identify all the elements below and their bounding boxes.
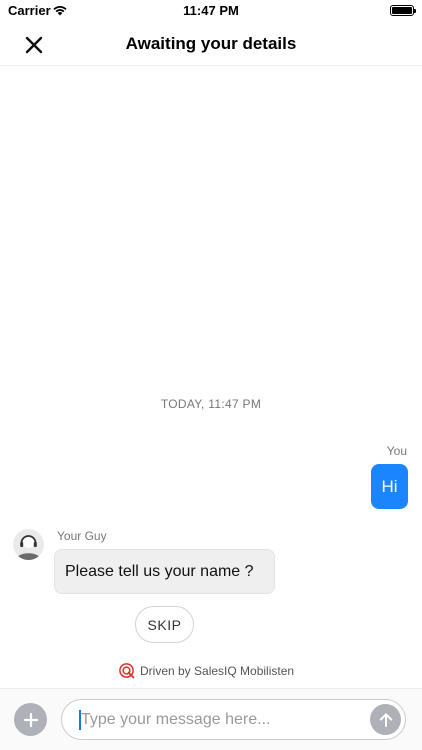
message-box xyxy=(61,699,406,740)
battery-icon xyxy=(390,5,416,16)
nav-bar: Awaiting your details xyxy=(0,22,422,66)
agent-message-bubble[interactable]: Please tell us your name ? xyxy=(54,549,275,594)
agent-sender-label: Your Guy xyxy=(57,529,107,543)
clock: 11:47 PM xyxy=(183,3,239,18)
plus-icon xyxy=(23,712,38,727)
attach-button[interactable] xyxy=(14,703,47,736)
arrow-up-icon xyxy=(379,712,392,727)
message-composer xyxy=(0,688,422,750)
battery-level-fill xyxy=(392,7,412,14)
page-title: Awaiting your details xyxy=(125,34,297,53)
conversation-timestamp: TODAY, 11:47 PM xyxy=(160,397,262,411)
status-bar: Carrier 11:47 PM xyxy=(0,0,422,22)
powered-by: Driven by SalesIQ Mobilisten xyxy=(118,662,294,679)
close-button[interactable] xyxy=(22,33,46,57)
salesiq-logo-icon xyxy=(119,663,135,679)
agent-avatar xyxy=(13,529,44,560)
user-message-bubble[interactable]: Hi xyxy=(371,464,408,509)
agent-message-text: Please tell us your name ? xyxy=(65,562,254,580)
message-input[interactable] xyxy=(81,700,366,739)
agent-avatar-icon xyxy=(16,535,41,560)
skip-button-label: SKIP xyxy=(147,616,182,633)
user-sender-label: You xyxy=(386,444,407,458)
user-message-text: Hi xyxy=(381,476,398,496)
powered-by-text: Driven by SalesIQ Mobilisten xyxy=(140,663,295,678)
send-button[interactable] xyxy=(370,704,401,735)
close-icon xyxy=(25,36,43,54)
skip-button[interactable]: SKIP xyxy=(135,606,194,643)
